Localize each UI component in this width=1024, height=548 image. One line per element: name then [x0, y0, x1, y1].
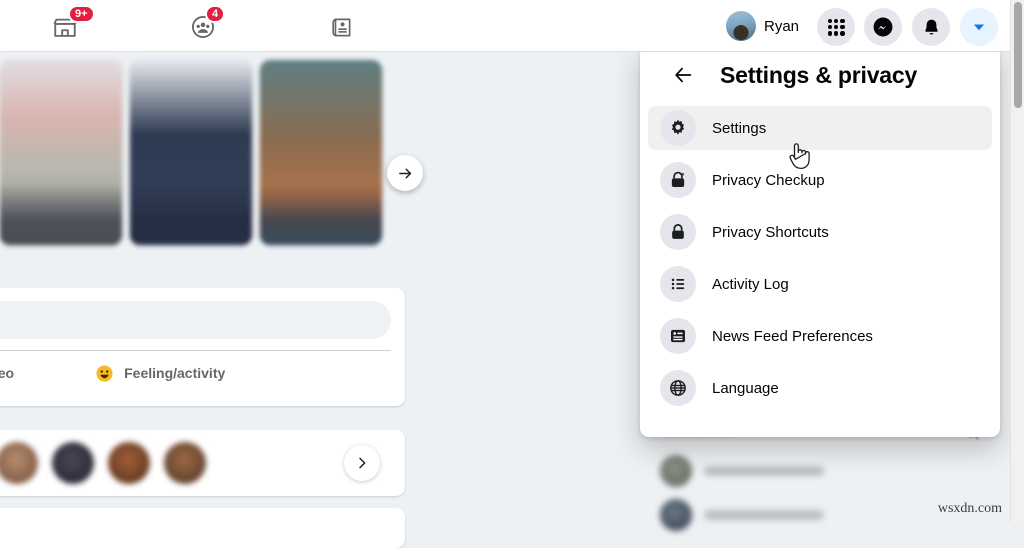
composer-actions: Photo/video Feeling/activity [0, 351, 391, 395]
contact-name [704, 510, 824, 520]
news-feed-icon-glyph [671, 329, 685, 343]
room-avatar[interactable] [108, 442, 150, 484]
news-feed-icon [660, 318, 696, 354]
menu-item-label: Activity Log [712, 275, 789, 293]
room-avatar[interactable] [52, 442, 94, 484]
notifications-button[interactable] [912, 8, 950, 46]
menu-item-language[interactable]: Language [648, 366, 992, 410]
scrollbar-thumb[interactable] [1014, 2, 1022, 108]
menu-header: Settings & privacy [648, 44, 992, 106]
globe-icon-glyph [670, 380, 686, 396]
list-icon [660, 266, 696, 302]
lock-icon [660, 214, 696, 250]
story-overlay [260, 183, 382, 245]
menu-item-news-feed-preferences[interactable]: News Feed Preferences [648, 314, 992, 358]
profile-chip[interactable]: Ryan [724, 8, 807, 44]
room-avatar[interactable] [0, 442, 38, 484]
vertical-scrollbar[interactable] [1010, 0, 1024, 523]
post-composer-card: ? Photo/video Feeling/activity [0, 288, 405, 406]
watermark: wsxdn.com [937, 501, 1002, 516]
settings-privacy-menu: Settings & privacy Settings Privacy Chec… [640, 44, 1000, 437]
nav-groups-button[interactable]: 4 [182, 5, 226, 48]
rooms-next-button[interactable] [344, 445, 380, 481]
lock-check-icon-glyph [671, 171, 685, 187]
story-overlay [130, 183, 252, 245]
arrow-left-icon [675, 67, 692, 83]
menu-item-label: Settings [712, 119, 767, 137]
photo-video-label: Photo/video [0, 365, 15, 381]
menu-grid-icon [827, 18, 845, 36]
notifications-bell-icon [924, 19, 938, 35]
room-avatar[interactable] [164, 442, 206, 484]
menu-item-label: News Feed Preferences [712, 327, 873, 345]
arrow-right-icon [398, 168, 411, 178]
contact-name [704, 466, 824, 476]
menu-grid-button[interactable] [817, 8, 855, 46]
list-icon-glyph [671, 278, 685, 290]
feed-post-card [0, 508, 405, 548]
chevron-down-icon [973, 24, 985, 31]
menu-item-privacy-checkup[interactable]: Privacy Checkup [648, 158, 992, 202]
gear-icon-glyph [671, 119, 685, 135]
feeling-activity-button[interactable]: Feeling/activity [84, 355, 235, 391]
menu-item-settings[interactable]: Settings [648, 106, 992, 150]
contact-list-item[interactable] [660, 449, 980, 493]
lock-check-icon [660, 162, 696, 198]
messenger-button[interactable] [864, 8, 902, 46]
messenger-icon [873, 17, 893, 37]
contact-list-item[interactable] [660, 493, 980, 537]
rooms-carousel-card [0, 430, 405, 496]
composer-input[interactable]: ? [0, 301, 391, 339]
menu-item-label: Privacy Shortcuts [712, 223, 829, 241]
menu-item-activity-log[interactable]: Activity Log [648, 262, 992, 306]
chevron-right-icon [359, 457, 366, 469]
menu-item-label: Privacy Checkup [712, 171, 825, 189]
contact-avatar [660, 499, 692, 531]
gear-icon [660, 110, 696, 146]
profile-name: Ryan [764, 17, 800, 35]
groups-badge: 4 [205, 5, 226, 23]
lock-icon-glyph [672, 224, 684, 239]
menu-item-label: Language [712, 379, 779, 397]
globe-icon [660, 370, 696, 406]
story-card[interactable] [130, 60, 252, 245]
nav-news-pages-button[interactable] [320, 6, 362, 48]
marketplace-badge: 9+ [68, 5, 95, 23]
stories-next-button[interactable] [387, 155, 423, 191]
account-dropdown-button[interactable] [960, 8, 998, 46]
story-overlay [0, 183, 122, 245]
back-button[interactable] [670, 62, 696, 88]
feeling-activity-label: Feeling/activity [124, 365, 226, 381]
feeling-activity-icon [96, 364, 113, 382]
news-pages-icon [331, 18, 350, 36]
news-feed-column [0, 60, 423, 255]
story-card[interactable] [260, 60, 382, 245]
story-card[interactable] [0, 60, 122, 245]
photo-video-button[interactable]: Photo/video [0, 355, 24, 391]
contact-avatar [660, 455, 692, 487]
avatar [726, 11, 756, 41]
stories-carousel[interactable] [0, 60, 423, 255]
menu-item-privacy-shortcuts[interactable]: Privacy Shortcuts [648, 210, 992, 254]
menu-title: Settings & privacy [720, 61, 918, 88]
nav-marketplace-button[interactable]: 9+ [44, 5, 95, 48]
top-navigation-bar: 9+ 4 Ryan [0, 0, 1010, 52]
